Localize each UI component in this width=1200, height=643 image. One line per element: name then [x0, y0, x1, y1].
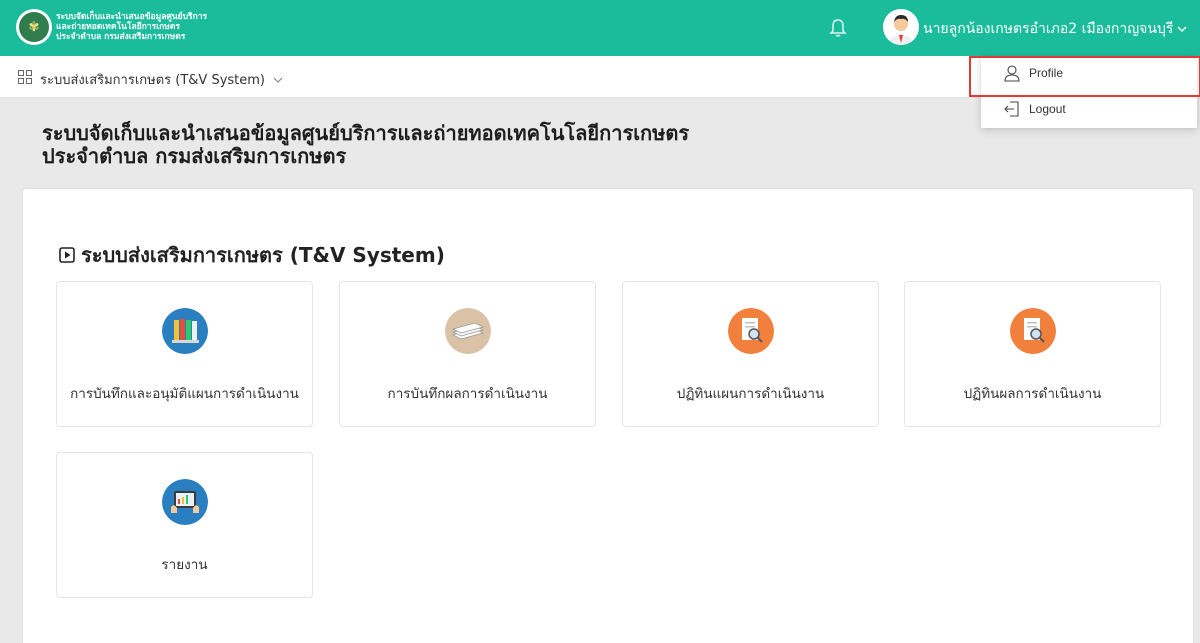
user-menu-toggle[interactable]: นายลูกน้องเกษตรอำเภอ2 เมืองกาญจนบุรี	[883, 9, 1187, 45]
section-title: ระบบส่งเสริมการเกษตร (T&V System)	[59, 239, 445, 271]
page-title-line-1: ระบบจัดเก็บและนำเสนอข้อมูลศูนย์บริการและ…	[42, 121, 690, 145]
document-search-icon	[727, 308, 774, 354]
card-label: ปฏิทินผลการดำเนินงาน	[963, 386, 1102, 402]
user-dropdown-menu: Profile Logout	[981, 56, 1197, 128]
menu-item-logout[interactable]: Logout	[981, 92, 1197, 128]
card-report[interactable]: รายงาน	[56, 452, 313, 598]
card-plan-calendar[interactable]: ปฏิทินแผนการดำเนินงาน	[622, 281, 879, 427]
card-label: รายงาน	[161, 557, 208, 573]
system-selector-label: ระบบส่งเสริมการเกษตร (T&V System)	[40, 73, 265, 88]
brand-line-1: ระบบจัดเก็บและนำเสนอข้อมูลศูนย์บริการ	[56, 12, 208, 22]
page-title-line-2: ประจำตำบล กรมส่งเสริมการเกษตร	[42, 144, 347, 168]
card-label: ปฏิทินแผนการดำเนินงาน	[676, 386, 825, 402]
tablet-report-icon	[161, 479, 208, 525]
papers-stack-icon	[444, 308, 491, 354]
notification-bell-icon[interactable]	[828, 17, 848, 39]
play-square-icon	[59, 247, 75, 263]
document-search-icon	[1009, 308, 1056, 354]
system-selector[interactable]: ระบบส่งเสริมการเกษตร (T&V System)	[40, 69, 283, 90]
brand-line-2: และถ่ายทอดเทคโนโลยีการเกษตร	[56, 22, 180, 32]
brand-line-3: ประจำตำบล กรมส่งเสริมการเกษตร	[56, 32, 186, 42]
card-result-record[interactable]: การบันทึกผลการดำเนินงาน	[339, 281, 596, 427]
department-logo: ✾	[16, 9, 52, 45]
books-icon	[161, 308, 208, 354]
chevron-down-icon	[1177, 26, 1187, 33]
profile-label: Profile	[1029, 66, 1064, 80]
main-panel: ระบบส่งเสริมการเกษตร (T&V System) การบัน…	[22, 188, 1194, 643]
card-label: การบันทึกผลการดำเนินงาน	[387, 386, 548, 402]
logout-label: Logout	[1029, 102, 1066, 116]
user-icon	[1004, 65, 1020, 82]
card-result-calendar[interactable]: ปฏิทินผลการดำเนินงาน	[904, 281, 1161, 427]
avatar	[883, 9, 919, 45]
card-label: การบันทึกและอนุมัติแผนการดำเนินงาน	[70, 386, 299, 402]
brand-text: ระบบจัดเก็บและนำเสนอข้อมูลศูนย์บริการ แล…	[56, 12, 207, 42]
user-name: นายลูกน้องเกษตรอำเภอ2 เมืองกาญจนบุรี	[923, 21, 1174, 37]
page-title: ระบบจัดเก็บและนำเสนอข้อมูลศูนย์บริการและ…	[42, 122, 689, 168]
card-plan-record[interactable]: การบันทึกและอนุมัติแผนการดำเนินงาน	[56, 281, 313, 427]
menu-item-profile[interactable]: Profile	[981, 56, 1197, 92]
top-bar: ✾ ระบบจัดเก็บและนำเสนอข้อมูลศูนย์บริการ …	[0, 0, 1200, 56]
section-title-text: ระบบส่งเสริมการเกษตร (T&V System)	[81, 243, 445, 267]
logout-icon	[1004, 101, 1019, 117]
apps-grid-icon[interactable]	[18, 70, 32, 84]
chevron-down-icon	[273, 77, 283, 83]
